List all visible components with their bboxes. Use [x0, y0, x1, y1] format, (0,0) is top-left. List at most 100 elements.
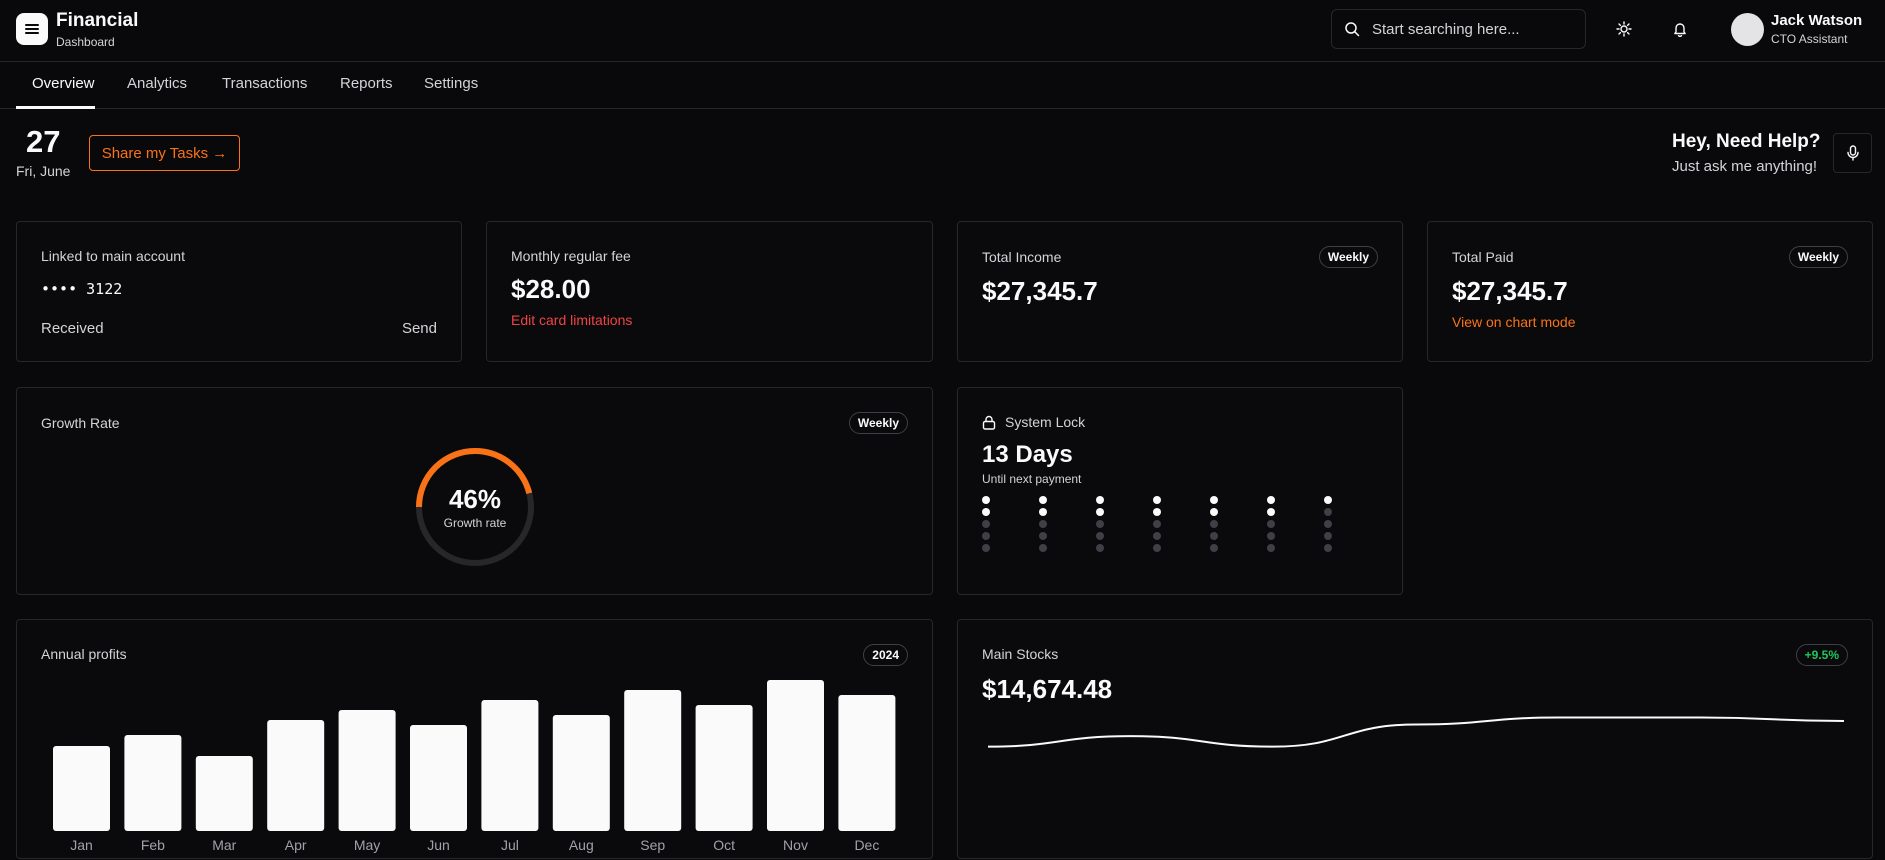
x-tick-label: Apr — [285, 837, 307, 853]
payment-dot — [1267, 496, 1275, 504]
bar-jan[interactable] — [53, 746, 110, 831]
growth-period-badge[interactable]: Weekly — [848, 412, 908, 434]
linked-account-card: Linked to main account •••• 3122 Receive… — [16, 221, 462, 362]
bar-jul[interactable] — [481, 700, 539, 831]
payment-dot — [1210, 520, 1218, 528]
x-tick-label: Oct — [713, 837, 735, 853]
tab-bar: Overview Analytics Transactions Reports … — [0, 62, 1885, 109]
payment-dot — [1039, 496, 1047, 504]
total-income-value: $27,345.7 — [982, 276, 1098, 306]
x-tick-label: Jun — [427, 837, 450, 853]
bar-oct[interactable] — [695, 705, 753, 831]
payment-dot-column — [1267, 496, 1275, 552]
tab-settings[interactable]: Settings — [424, 75, 478, 92]
payment-dot — [1096, 532, 1104, 540]
date-day: 27 — [26, 124, 61, 159]
growth-ring-label: Growth rate — [443, 516, 507, 530]
main-stocks-card: Main Stocks +9.5% $14,674.48 — [957, 619, 1873, 859]
payment-dot — [1153, 496, 1161, 504]
bar-feb[interactable] — [124, 735, 182, 831]
bar-nov[interactable] — [767, 680, 824, 831]
growth-rate-card: Growth Rate Weekly 46% Growth rate — [16, 387, 933, 595]
monthly-fee-value: $28.00 — [511, 274, 591, 304]
payment-dot — [1153, 544, 1161, 552]
system-lock-card: System Lock 13 Days Until next payment — [957, 387, 1403, 595]
search-box[interactable] — [1331, 9, 1586, 49]
payment-dot — [1267, 532, 1275, 540]
tab-overview[interactable]: Overview — [32, 75, 95, 92]
bar-aug[interactable] — [552, 715, 610, 831]
payment-dot — [982, 496, 990, 504]
payment-dot — [1210, 532, 1218, 540]
payment-dot-column — [1153, 496, 1161, 552]
send-link[interactable]: Send — [402, 320, 437, 337]
growth-rate-label: Growth Rate — [41, 415, 120, 431]
top-bar: Financial Dashboard Jack Watson CTO Assi… — [0, 0, 1885, 62]
user-role: CTO Assistant — [1771, 32, 1848, 46]
payment-dot-column — [1210, 496, 1218, 552]
monthly-fee-card: Monthly regular fee $28.00 Edit card lim… — [486, 221, 933, 362]
bar-dec[interactable] — [838, 695, 896, 831]
menu-button[interactable] — [16, 13, 48, 45]
tab-transactions[interactable]: Transactions — [222, 75, 307, 92]
payment-dot — [1324, 532, 1332, 540]
tab-reports[interactable]: Reports — [340, 75, 393, 92]
edit-card-limitations-link[interactable]: Edit card limitations — [511, 312, 632, 328]
payment-dot — [1096, 544, 1104, 552]
payment-dot — [1210, 508, 1218, 516]
notifications-button[interactable] — [1667, 16, 1693, 42]
search-icon — [1345, 22, 1360, 37]
tab-analytics[interactable]: Analytics — [127, 75, 187, 92]
x-tick-label: Dec — [854, 837, 879, 853]
stock-line — [987, 716, 1845, 748]
payment-dot — [1096, 508, 1104, 516]
payment-dot-column — [1324, 496, 1332, 552]
x-tick-label: Jan — [70, 837, 93, 853]
theme-toggle-button[interactable] — [1611, 16, 1637, 42]
x-tick-label: May — [354, 837, 380, 853]
bar-apr[interactable] — [267, 720, 325, 831]
share-tasks-button[interactable]: Share my Tasks → — [89, 135, 240, 171]
bar-may[interactable] — [338, 710, 396, 831]
hamburger-icon — [25, 24, 39, 34]
system-lock-label: System Lock — [1005, 414, 1086, 430]
days-until-payment: 13 Days — [982, 441, 1073, 468]
total-income-label: Total Income — [982, 249, 1062, 265]
payment-dot — [1039, 508, 1047, 516]
x-tick-label: Sep — [640, 837, 665, 853]
bell-icon — [1674, 23, 1686, 37]
app-subtitle: Dashboard — [56, 35, 115, 49]
voice-assistant-button[interactable] — [1833, 133, 1872, 173]
sun-icon — [1616, 21, 1632, 37]
view-chart-mode-link[interactable]: View on chart mode — [1452, 314, 1575, 330]
payment-dot — [982, 520, 990, 528]
user-name: Jack Watson — [1771, 12, 1863, 29]
payment-dot — [1267, 508, 1275, 516]
microphone-icon — [1846, 145, 1859, 161]
app-title: Financial — [56, 10, 139, 31]
total-paid-label: Total Paid — [1452, 249, 1514, 265]
payment-dot — [1153, 532, 1161, 540]
avatar[interactable] — [1731, 13, 1764, 46]
bar-mar[interactable] — [195, 756, 253, 831]
payment-dot — [1324, 544, 1332, 552]
total-paid-card: Total Paid Weekly $27,345.7 View on char… — [1427, 221, 1873, 362]
date-weekday-month: Fri, June — [16, 163, 71, 179]
active-tab-indicator — [16, 106, 95, 109]
x-tick-label: Jul — [501, 837, 519, 853]
received-link[interactable]: Received — [41, 320, 104, 337]
bar-sep[interactable] — [624, 690, 682, 831]
payment-dot-column — [1039, 496, 1047, 552]
payment-dot — [1324, 520, 1332, 528]
paid-period-badge[interactable]: Weekly — [1788, 246, 1848, 268]
x-tick-label: Feb — [141, 837, 165, 853]
payment-dot — [1324, 496, 1332, 504]
payment-dot — [982, 508, 990, 516]
lock-icon — [982, 415, 996, 430]
payment-dot — [1267, 520, 1275, 528]
bar-jun[interactable] — [410, 725, 467, 831]
payment-dot — [1210, 544, 1218, 552]
search-input[interactable] — [1370, 19, 1570, 39]
payment-dot — [1267, 544, 1275, 552]
income-period-badge[interactable]: Weekly — [1318, 246, 1378, 268]
